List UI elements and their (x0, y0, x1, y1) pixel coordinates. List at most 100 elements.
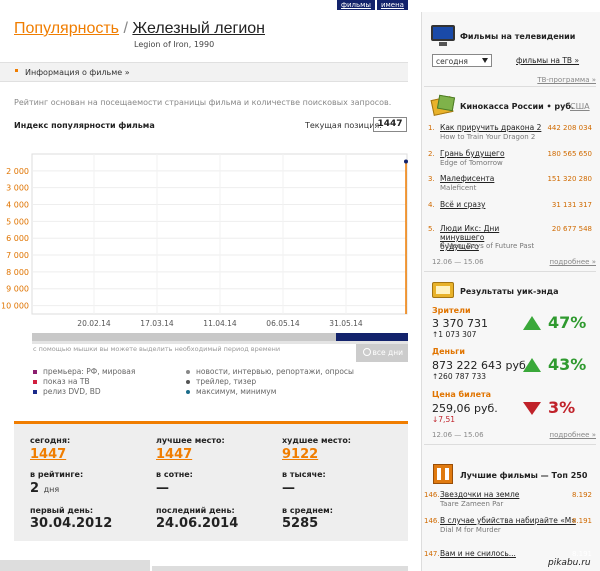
info-strip: Информация о фильме » (0, 62, 408, 82)
film-info-link[interactable]: Информация о фильме » (25, 68, 130, 77)
popularity-link[interactable]: Популярность (14, 20, 119, 37)
chevron-down-icon (482, 58, 488, 63)
average-label: в среднем: (282, 506, 333, 515)
box-office-more-link[interactable]: подробнее » (550, 258, 596, 266)
best-value[interactable]: 1447 (156, 447, 192, 462)
top-tabs: фильмы имена (335, 0, 408, 12)
best-label: лучшее место: (156, 436, 225, 445)
hundred-value: — (156, 481, 169, 496)
range-track (32, 341, 408, 344)
viewers-value: 3 370 731 (432, 317, 488, 330)
tv-program-link[interactable]: ТВ-программа » (537, 76, 596, 84)
tab-names[interactable]: имена (376, 0, 408, 10)
money-value: 873 222 643 руб. (432, 359, 530, 372)
range-navigator (32, 333, 336, 341)
average-value: 5285 (282, 516, 319, 531)
y-tick-label: 7 000 (6, 251, 29, 260)
tv-films-link[interactable]: фильмы на ТВ » (516, 56, 579, 65)
x-tick-label: 20.02.14 (77, 319, 111, 328)
x-tick-label: 17.03.14 (140, 319, 174, 328)
legend-swatch (33, 380, 37, 384)
divider (424, 86, 596, 87)
current-position-label: Текущая позиция: (305, 121, 382, 130)
worst-value[interactable]: 9122 (282, 447, 318, 462)
divider (424, 444, 596, 445)
money-label: Деньги (432, 347, 465, 356)
rating-value: 2 дня (30, 481, 60, 496)
legend-swatch (186, 370, 190, 374)
today-value[interactable]: 1447 (30, 447, 66, 462)
legend-swatch (33, 390, 37, 394)
thousand-value: — (282, 481, 295, 496)
money-delta: ↑260 787 733 (432, 372, 486, 381)
thousand-label: в тысяче: (282, 470, 326, 479)
ticket-price-percent: 3% (548, 398, 576, 417)
stats-panel: сегодня: 1447 лучшее место: 1447 худшее … (14, 421, 408, 541)
x-tick-label: 06.05.14 (266, 319, 300, 328)
up-arrow-icon (523, 316, 541, 330)
data-point (404, 159, 408, 164)
legend-item: релиз DVD, BD (33, 387, 101, 396)
magnifier-icon (363, 348, 371, 356)
divider (424, 271, 596, 272)
title-separator: / (123, 20, 128, 37)
legend-swatch (186, 380, 190, 384)
rating-label: в рейтинге: (30, 470, 84, 479)
legend-item: новости, интервью, репортажи, опросы (186, 367, 354, 376)
first-day-label: первый день: (30, 506, 94, 515)
ticket-price-delta: ↓7,51 (432, 415, 455, 424)
legend-swatch (33, 370, 37, 374)
y-tick-label: 10 000 (1, 302, 29, 311)
up-arrow-icon (523, 358, 541, 372)
bullet-icon (15, 69, 18, 72)
viewers-percent: 47% (548, 313, 587, 332)
tv-section-title: Фильмы на телевидении (460, 32, 576, 41)
x-tick-label: 11.04.14 (203, 319, 237, 328)
top250-title: Лучшие фильмы — Топ 250 (460, 471, 588, 480)
popularity-chart[interactable]: 2 000 3 000 4 000 5 000 6 000 7 000 8 000 9 000… (0, 150, 410, 365)
chart-title: Индекс популярности фильма (14, 121, 155, 130)
y-tick-label: 2 000 (6, 167, 29, 176)
hundred-label: в сотне: (156, 470, 193, 479)
slider-hint: с помощью мышки вы можете выделить необх… (33, 345, 281, 353)
film-original-title: Legion of Iron, 1990 (134, 40, 215, 49)
viewers-delta: ↑1 073 307 (432, 330, 477, 339)
all-days-button[interactable]: все дни (356, 344, 408, 362)
page-title: Популярность / Железный легион (14, 20, 265, 38)
tv-day-select[interactable]: сегодня (432, 54, 492, 67)
tab-films[interactable]: фильмы (337, 0, 375, 10)
ticket-price-label: Цена билета (432, 390, 492, 399)
usa-link[interactable]: США (570, 102, 590, 111)
last-day-label: последний день: (156, 506, 235, 515)
legend-item: показ на ТВ (33, 377, 90, 386)
rating-description: Рейтинг основан на посещаемости страницы… (14, 98, 392, 107)
legend-item: премьера: РФ, мировая (33, 367, 135, 376)
ticket-price-value: 259,06 руб. (432, 402, 498, 415)
y-tick-label: 5 000 (6, 217, 29, 226)
cinema-icon (430, 462, 456, 486)
range-selection (336, 333, 408, 341)
box-office-dates: 12.06 — 15.06 (432, 258, 484, 266)
film-title-link[interactable]: Железный легион (132, 20, 265, 37)
tv-day-select-value: сегодня (436, 57, 468, 66)
money-icon (430, 94, 456, 118)
last-day-value: 24.06.2014 (156, 516, 239, 531)
weekend-more-link[interactable]: подробнее » (550, 431, 596, 439)
first-day-value: 30.04.2012 (30, 516, 113, 531)
legend-item: трейлер, тизер (186, 377, 256, 386)
y-tick-label: 3 000 (6, 184, 29, 193)
stats-icon (430, 276, 456, 300)
footer-bar (0, 560, 150, 571)
tv-icon (430, 24, 456, 48)
y-tick-label: 4 000 (6, 201, 29, 210)
y-tick-label: 6 000 (6, 234, 29, 243)
legend-item: максимум, минимум (186, 387, 276, 396)
footer-bar (152, 566, 408, 571)
weekend-dates: 12.06 — 15.06 (432, 431, 484, 439)
worst-label: худшее место: (282, 436, 352, 445)
x-tick-label: 31.05.14 (329, 319, 363, 328)
box-office-title: Кинокасса России • руб. (460, 102, 574, 111)
top250-list: 146. Звездочки на земле Taare Zameen Par… (424, 490, 592, 558)
current-position-value: 1447 (373, 117, 407, 132)
down-arrow-icon (523, 402, 541, 415)
